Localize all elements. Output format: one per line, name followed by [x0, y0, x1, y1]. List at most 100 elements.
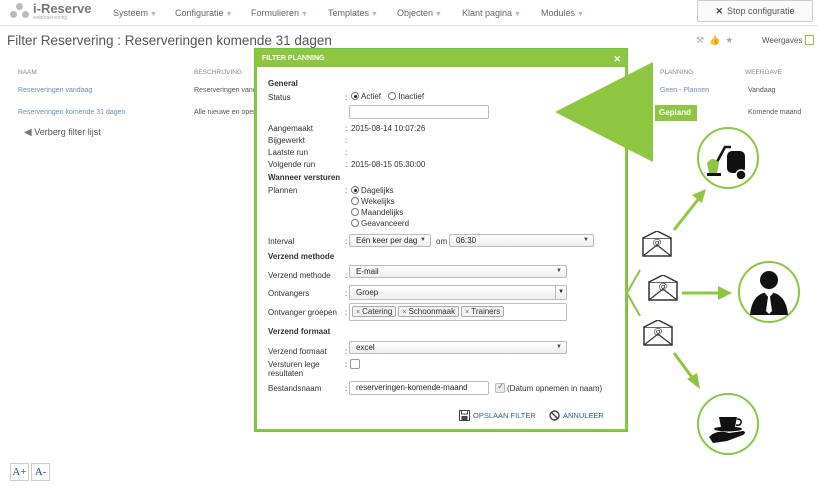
status-label: Status — [268, 93, 291, 102]
chevron-down-icon: ▼ — [301, 11, 308, 18]
verberg-filter-link[interactable]: ◀ Verberg filter lijst — [24, 127, 101, 138]
nav-klant-pagina[interactable]: Klant pagina ▼ — [462, 8, 541, 18]
om-time-select[interactable]: 06:30 ▼ — [449, 234, 594, 247]
col-weergave: WEERGAVE — [745, 69, 783, 76]
col-beschrijving: BESCHRIJVING — [194, 69, 243, 76]
ontvangers-select[interactable]: Groep ▼ — [349, 285, 567, 300]
logo[interactable]: i-Reserve webreservering — [10, 1, 92, 21]
pointer-arrow-icon — [555, 62, 653, 162]
weergaves-label[interactable]: Weergaves — [762, 36, 802, 45]
radio-icon — [351, 197, 359, 205]
email-envelope-icon: @ — [642, 231, 672, 257]
chevron-down-icon: ▼ — [556, 268, 562, 274]
tools-icon[interactable]: ⚒ — [696, 35, 704, 46]
datum-checkbox[interactable]: ✓ — [495, 381, 505, 393]
versturen-lege-label: Versturen lege resultaten — [268, 360, 320, 378]
om-label: om — [436, 237, 448, 246]
chevron-down-icon: ▼ — [555, 286, 566, 299]
plannen-radio-group: Dagelijks Wekelijks Maandelijks Geavance… — [351, 185, 409, 229]
chevron-down-icon: ▼ — [435, 11, 442, 18]
top-bar: i-Reserve webreservering Systeem ▼ Config… — [0, 0, 818, 26]
row-naam[interactable]: Reserveringen komende 31 dagen — [18, 109, 125, 116]
catering-circle — [697, 393, 759, 455]
radio-icon — [388, 92, 397, 100]
section-wanneer: Wanneer versturen — [268, 173, 341, 182]
star-icon[interactable]: ★ — [725, 35, 733, 46]
nav-systeem[interactable]: Systeem ▼ — [113, 8, 175, 18]
section-general: General — [268, 79, 298, 88]
nav-configuratie[interactable]: Configuratie ▼ — [175, 8, 251, 18]
datum-label: (Datum opnemen in naam) — [507, 384, 603, 393]
cancel-icon — [549, 410, 560, 421]
aangemaakt-value: 2015-08-14 10:07:26 — [351, 124, 426, 133]
group-tag: × Catering — [352, 306, 397, 317]
nav-modules[interactable]: Modules ▼ — [541, 8, 601, 18]
font-increase-button[interactable]: A+ — [10, 463, 29, 481]
planning-gepland-badge[interactable]: Gepland — [655, 105, 697, 121]
remove-icon[interactable]: × — [465, 309, 469, 316]
nav-formulieren[interactable]: Formulieren ▼ — [251, 8, 328, 18]
row-planning[interactable]: Geen - Plannen — [660, 87, 709, 94]
plannen-dagelijks-radio[interactable]: Dagelijks — [351, 185, 409, 196]
bestandsnaam-input[interactable]: reserveringen-komende-maand — [349, 381, 489, 395]
interval-label: Interval — [268, 237, 295, 246]
plannen-label: Plannen — [268, 186, 298, 195]
distribution-arrows — [625, 189, 732, 389]
chevron-down-icon: ▼ — [556, 344, 562, 350]
hand-coffee-icon — [709, 417, 745, 443]
cleaning-circle — [697, 127, 759, 189]
header-icons: ⚒ 👍 ★ — [696, 35, 733, 46]
versturen-lege-checkbox[interactable] — [350, 359, 360, 369]
laatste-run-label: Laatste run — [268, 148, 309, 157]
plannen-geavanceerd-radio[interactable]: Geavanceerd — [351, 218, 409, 229]
row-beschrijving: Alle nieuwe en open — [194, 109, 258, 116]
row-naam[interactable]: Reserveringen vandaag — [18, 87, 92, 94]
status-actief-radio[interactable]: Actief — [351, 92, 381, 101]
save-filter-button[interactable]: OPSLAAN FILTER — [459, 410, 536, 421]
font-decrease-button[interactable]: A- — [31, 463, 50, 481]
status-note-input[interactable] — [349, 105, 489, 119]
plannen-wekelijks-radio[interactable]: Wekelijks — [351, 196, 409, 207]
radio-checked-icon — [351, 92, 359, 100]
plannen-maandelijks-radio[interactable]: Maandelijks — [351, 207, 409, 218]
stop-configuratie-button[interactable]: ✕ Stop configuratie — [697, 0, 813, 22]
remove-icon[interactable]: × — [356, 309, 360, 316]
status-radio-group: Actief Inactief — [351, 92, 424, 101]
ontvanger-groepen-input[interactable]: × Catering × Schoonmaak × Trainers — [349, 303, 567, 321]
radio-checked-icon — [351, 186, 359, 194]
bestandsnaam-label: Bestandsnaam — [268, 384, 322, 393]
thumbs-icon[interactable]: 👍 — [709, 35, 720, 46]
svg-text:@: @ — [659, 282, 668, 292]
main-nav: Systeem ▼ Configuratie ▼ Formulieren ▼ Temp… — [113, 8, 601, 18]
volgende-run-value: 2015-08-15 05:30:00 — [351, 160, 426, 169]
svg-text:@: @ — [653, 238, 662, 248]
chevron-down-icon: ▼ — [577, 11, 584, 18]
col-planning: PLANNING — [660, 69, 694, 76]
verzend-methode-select[interactable]: E-mail ▼ — [349, 265, 567, 278]
aangemaakt-label: Aangemaakt — [268, 124, 313, 133]
nav-objecten[interactable]: Objecten ▼ — [397, 8, 462, 18]
radio-icon — [351, 219, 359, 227]
vacuum-cleaner-icon — [707, 145, 747, 181]
email-envelope-icon: @ — [648, 275, 678, 301]
verzend-formaat-label: Verzend formaat — [268, 347, 327, 356]
section-verzend-formaat: Verzend formaat — [268, 327, 331, 336]
close-icon: ✕ — [715, 5, 723, 16]
cancel-button[interactable]: ANNULEER — [549, 410, 604, 421]
status-inactief-radio[interactable]: Inactief — [388, 92, 424, 101]
email-envelope-icon: @ — [643, 320, 673, 346]
group-tag: × Schoonmaak — [398, 306, 460, 317]
page-title: Filter Reservering : Reserveringen komen… — [7, 33, 332, 48]
verzend-formaat-select[interactable]: excel ▼ — [349, 341, 567, 354]
arrow-left-icon: ◀ — [24, 127, 32, 138]
row-weergave: Komende maand — [748, 109, 802, 116]
interval-select[interactable]: Eén keer per dag ▼ — [349, 234, 431, 247]
remove-icon[interactable]: × — [402, 309, 406, 316]
nav-templates[interactable]: Templates ▼ — [328, 8, 397, 18]
section-verzend-methode: Verzend methode — [268, 252, 335, 261]
dialog-title: FILTER PLANNING — [262, 55, 325, 62]
radio-icon — [351, 208, 359, 216]
app-name: i-Reserve — [33, 1, 92, 16]
list-view-icon[interactable] — [805, 35, 814, 45]
chevron-down-icon: ▼ — [583, 237, 589, 243]
